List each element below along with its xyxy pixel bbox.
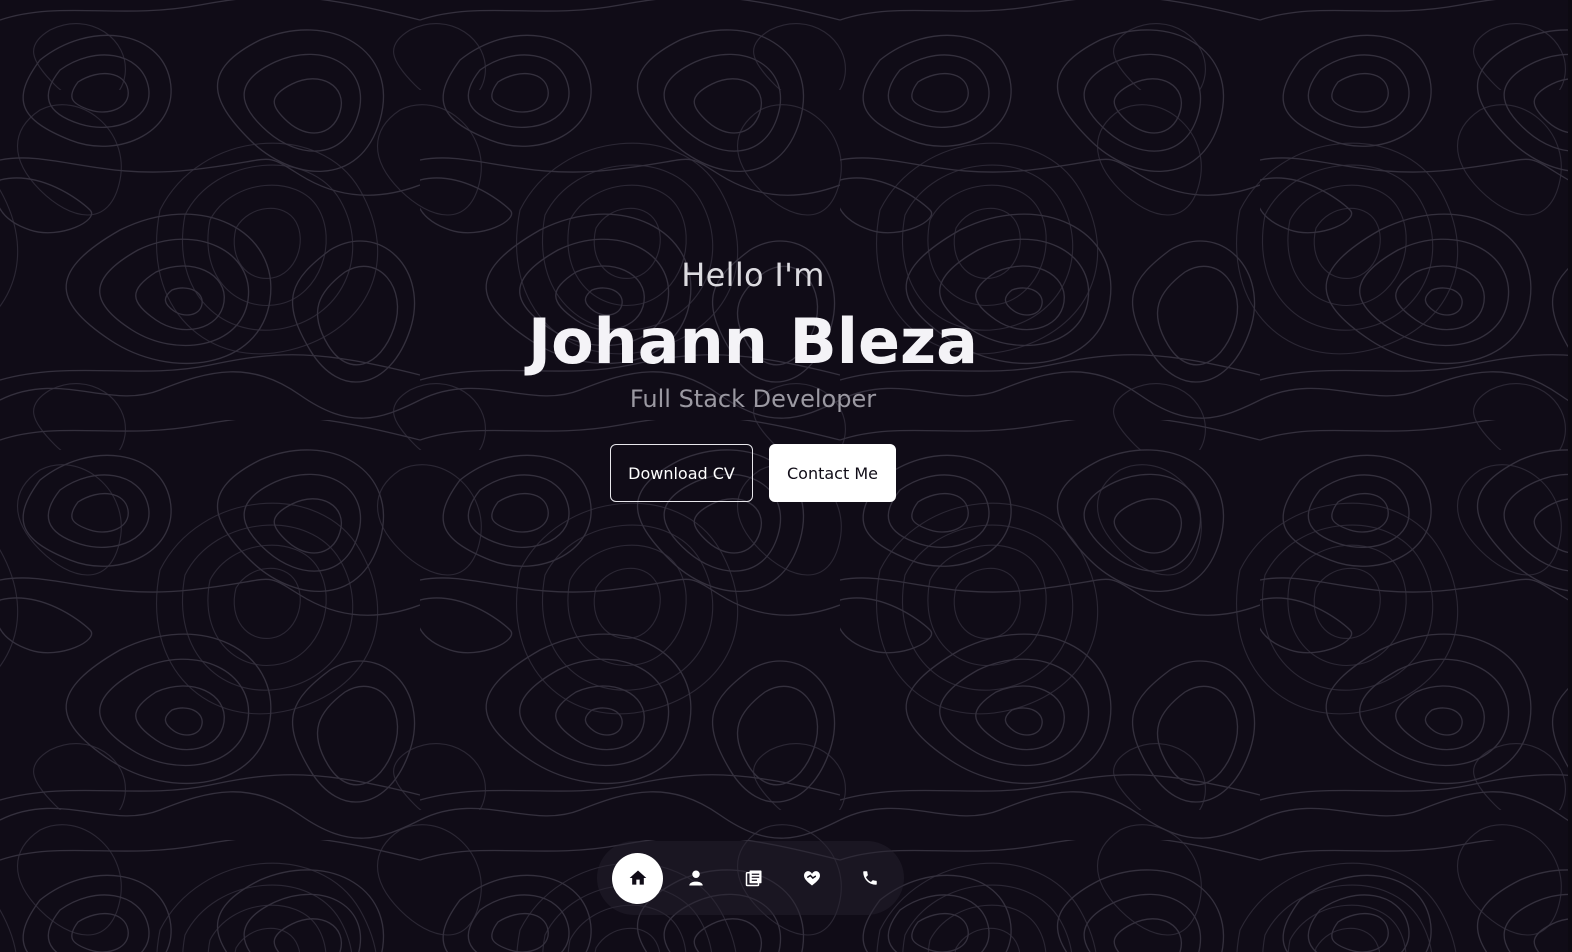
bottom-nav-dock: [597, 841, 904, 915]
book-icon: [745, 870, 761, 887]
nav-about[interactable]: [670, 853, 721, 904]
hero-role: Full Stack Developer: [629, 385, 877, 413]
handshake-heart-icon: [803, 871, 820, 886]
nav-home[interactable]: [612, 852, 663, 904]
nav-contact[interactable]: [844, 853, 895, 904]
nav-experience[interactable]: [728, 853, 779, 904]
hero-name: Johann Bleza: [528, 305, 978, 378]
contact-me-button[interactable]: Contact Me: [769, 444, 896, 502]
user-icon: [688, 870, 703, 886]
hero-section: Hello I'm Johann Bleza Full Stack Develo…: [0, 252, 1506, 502]
page-edge: [1568, 0, 1572, 952]
cta-buttons: Download CV Contact Me: [0, 444, 1506, 502]
nav-services[interactable]: [786, 853, 837, 904]
greeting-text: Hello I'm: [681, 256, 825, 294]
home-icon: [629, 870, 646, 885]
download-cv-button[interactable]: Download CV: [610, 444, 753, 502]
portfolio-page: Hello I'm Johann Bleza Full Stack Develo…: [0, 0, 1572, 952]
phone-icon: [862, 871, 877, 885]
